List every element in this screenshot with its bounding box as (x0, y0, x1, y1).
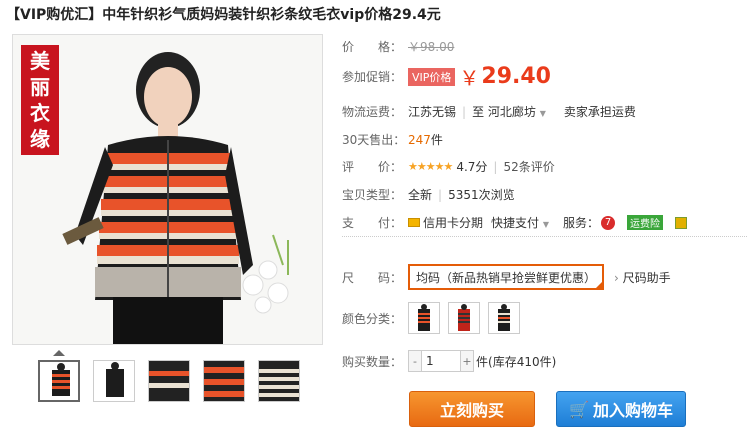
thumbnail[interactable] (148, 360, 190, 402)
color-swatch[interactable] (488, 302, 520, 334)
shipping-label: 物流运费： (342, 105, 403, 119)
payment-row: 支 付： 信用卡分期 快捷支付 ▼ 服务： 7 运费险 (342, 214, 688, 231)
badge-char: 美 (30, 49, 50, 73)
cart-icon: 🛒 (569, 399, 589, 419)
ship-to-word: 至 (472, 105, 485, 119)
divider: | (493, 159, 498, 174)
badge-char: 衣 (30, 101, 50, 125)
type-label: 宝贝类型： (342, 188, 403, 202)
size-option-label: 均码（新品热销早抢尝鲜更优惠） (416, 270, 597, 285)
size-helper-label: 尺码助手 (622, 270, 671, 285)
decrement-button[interactable]: - (408, 350, 422, 372)
badge-char: 丽 (30, 75, 50, 99)
sales-count: 247 (408, 132, 431, 147)
thumbnail[interactable] (258, 360, 300, 402)
color-swatch[interactable] (408, 302, 440, 334)
badge-char: 缘 (30, 127, 50, 151)
buy-now-button[interactable]: 立刻购买 (409, 391, 535, 427)
size-helper-link[interactable]: › 尺码助手 (614, 269, 671, 286)
sales-unit: 件 (430, 133, 443, 147)
payment-label: 支 付： (342, 216, 403, 230)
promo-label: 参加促销： (342, 70, 403, 84)
quick-pay-label: 快捷支付 (491, 216, 540, 230)
thumbnail-strip (38, 360, 300, 402)
quantity-row: 购买数量： - 1 + 件 (库存410件) (342, 350, 556, 372)
credit-card-icon (408, 218, 420, 227)
rating-row: 评 价： ★★★★★ 4.7分 | 52条评价 (342, 158, 555, 175)
quantity-label: 购买数量： (342, 354, 403, 369)
divider: | (438, 187, 443, 202)
divider: | (462, 104, 467, 119)
seven-day-return-icon: 7 (601, 215, 616, 230)
type-row: 宝贝类型： 全新 | 5351次浏览 (342, 186, 515, 203)
view-count: 5351次浏览 (448, 188, 515, 202)
ship-to-select[interactable]: 河北廊坊 ▼ (488, 103, 546, 120)
star-rating-icon: ★★★★★ (408, 160, 453, 173)
guarantee-icon (675, 216, 688, 229)
thumb-selected-arrow (53, 350, 65, 356)
price-label: 价 格： (342, 40, 403, 54)
thumbnail[interactable] (203, 360, 245, 402)
vip-price-tag: VIP价格 (408, 67, 456, 86)
color-swatch[interactable] (448, 302, 480, 334)
thumbnail[interactable] (38, 360, 80, 402)
selected-corner-icon (596, 282, 602, 288)
quick-pay[interactable]: 快捷支付 ▼ (491, 214, 549, 231)
increment-button[interactable]: + (460, 350, 474, 372)
rating-score: 4.7分 (456, 160, 488, 174)
rating-label: 评 价： (342, 160, 403, 174)
price-row: 价 格： ￥98.00 (342, 38, 454, 55)
chevron-down-icon: ▼ (539, 109, 546, 118)
shipping-row: 物流运费： 江苏无锡 | 至 河北廊坊 ▼ 卖家承担运费 (342, 103, 636, 120)
promo-row: 参加促销： VIP价格 ￥ 29.40 (342, 62, 551, 91)
color-row: 颜色分类： (342, 302, 528, 334)
ship-to-value: 河北廊坊 (487, 105, 536, 119)
original-price: ￥98.00 (408, 40, 455, 54)
chevron-down-icon: ▼ (542, 220, 550, 229)
shipping-insurance-badge: 运费险 (627, 215, 664, 230)
ship-from: 江苏无锡 (408, 105, 457, 119)
size-label: 尺 码： (342, 270, 403, 285)
chevron-right-icon: › (614, 270, 619, 285)
shipping-fee: 卖家承担运费 (563, 105, 636, 119)
brand-badge: 美 丽 衣 缘 (21, 45, 59, 155)
add-to-cart-button[interactable]: 🛒 加入购物车 (556, 391, 686, 427)
sales-row: 30天售出： 247 件 (342, 131, 443, 148)
quantity-input[interactable]: 1 (422, 350, 460, 372)
promo-price: 29.40 (481, 64, 551, 89)
size-row: 尺 码： 均码（新品热销早抢尝鲜更优惠） › 尺码助手 (342, 264, 671, 290)
section-divider (342, 236, 747, 237)
main-product-image[interactable]: 美 丽 衣 缘 (12, 34, 323, 345)
service-label: 服务： (563, 216, 600, 230)
currency-symbol: ￥ (459, 66, 480, 90)
item-condition: 全新 (408, 188, 433, 202)
size-option-selected[interactable]: 均码（新品热销早抢尝鲜更优惠） (408, 264, 604, 290)
product-title: 【VIP购优汇】中年针织衫气质妈妈装针织衫条纹毛衣vip价格29.4元 (6, 7, 441, 23)
color-label: 颜色分类： (342, 311, 403, 326)
thumbnail[interactable] (93, 360, 135, 402)
stock-count: (库存410件) (488, 354, 557, 369)
quantity-stepper: - 1 + (408, 350, 474, 372)
sales-label: 30天售出： (342, 133, 406, 147)
model-illustration (13, 35, 322, 344)
credit-installment: 信用卡分期 (423, 216, 484, 230)
quantity-unit: 件 (476, 354, 489, 369)
review-count-link[interactable]: 52条评价 (503, 158, 554, 175)
add-to-cart-label: 加入购物车 (592, 401, 673, 420)
